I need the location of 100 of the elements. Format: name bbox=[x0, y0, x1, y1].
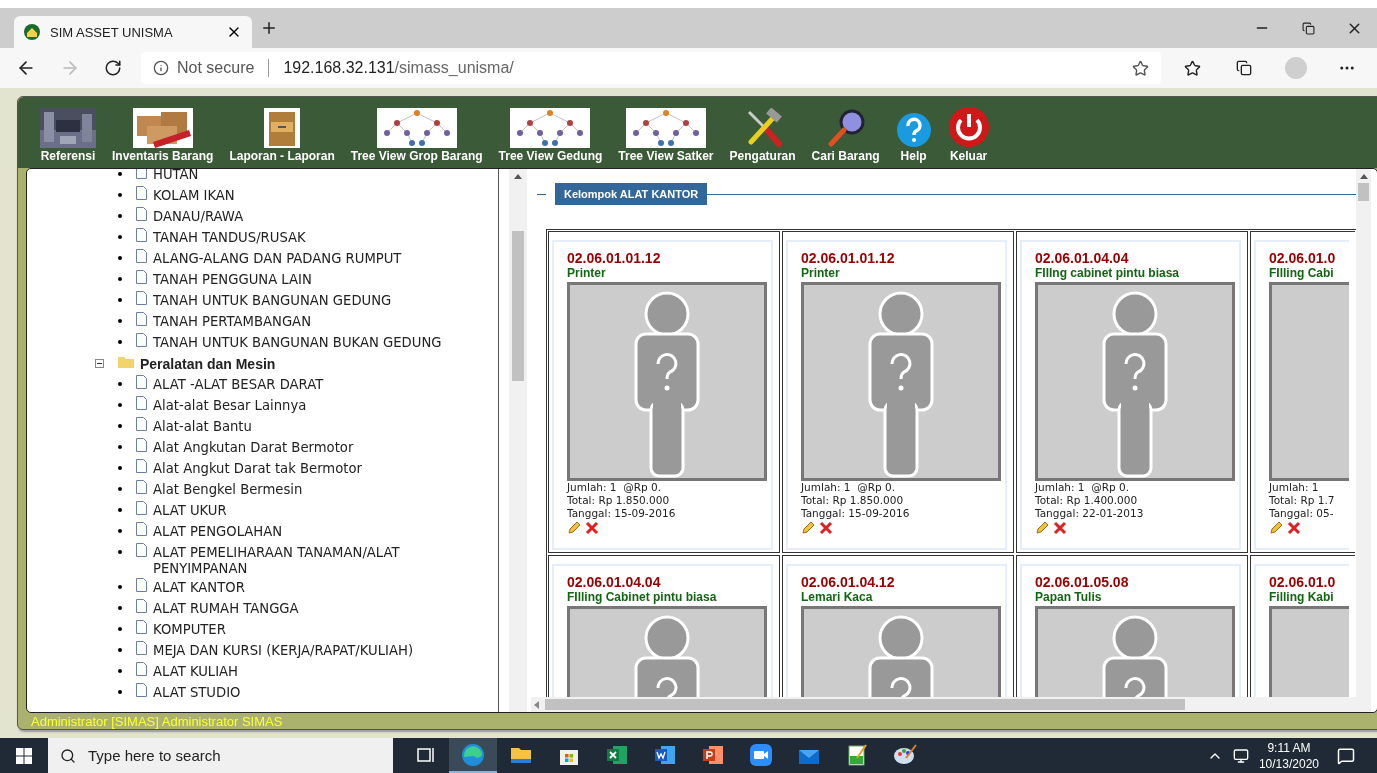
edit-icon[interactable] bbox=[567, 521, 581, 535]
browser-tab[interactable]: SIM ASSET UNISMA bbox=[14, 16, 252, 48]
item-detail: Jumlah: 1 @Rp 0. bbox=[1035, 481, 1131, 494]
scroll-thumb[interactable] bbox=[1358, 183, 1369, 201]
tree-item[interactable]: ALAT KANTOR bbox=[147, 577, 245, 596]
tree-diagram-icon bbox=[510, 108, 591, 148]
item-name: Lemari Kaca bbox=[801, 590, 874, 604]
document-icon bbox=[136, 291, 147, 305]
restore-icon[interactable] bbox=[1301, 21, 1315, 35]
tree-item[interactable]: ALAT STUDIO bbox=[147, 682, 241, 701]
item-detail: Jumlah: 1 @Rp 0. bbox=[567, 481, 663, 494]
item-name: Printer bbox=[567, 266, 607, 280]
item-detail: Total: Rp 1.7 bbox=[1269, 494, 1336, 507]
cabinet-icon bbox=[264, 108, 301, 148]
tree-item[interactable]: TANAH PERTAMBANGAN bbox=[147, 311, 311, 330]
document-icon bbox=[136, 459, 147, 473]
toolbar-button[interactable]: Cari Barang bbox=[803, 108, 888, 163]
collapse-icon[interactable] bbox=[95, 359, 104, 368]
delete-icon[interactable] bbox=[585, 521, 599, 535]
item-detail: Tanggal: 05- bbox=[1269, 507, 1335, 520]
search-icon bbox=[60, 747, 76, 764]
edit-icon[interactable] bbox=[801, 521, 815, 535]
scrollbar[interactable] bbox=[509, 169, 527, 712]
item-name: FIlIng cabinet pintu biasa bbox=[1035, 266, 1180, 280]
collections-icon[interactable] bbox=[1236, 60, 1253, 76]
favorite-icon[interactable] bbox=[1131, 59, 1149, 77]
document-icon bbox=[136, 207, 147, 221]
toolbar-button[interactable]: Inventaris Barang bbox=[104, 108, 222, 163]
tree-item[interactable]: ALANG-ALANG DAN PADANG RUMPUT bbox=[147, 248, 402, 267]
power-icon bbox=[947, 106, 990, 148]
scroll-arrow-icon[interactable] bbox=[1359, 173, 1368, 179]
plus-icon[interactable] bbox=[260, 19, 278, 37]
toolbar-button[interactable]: Help bbox=[887, 112, 940, 163]
tree-item[interactable]: Alat-alat Besar Lainnya bbox=[147, 395, 307, 414]
toolbar-button[interactable]: Referensi bbox=[32, 108, 104, 163]
tree-item[interactable]: TANAH TANDUS/RUSAK bbox=[147, 227, 306, 246]
reload-icon[interactable] bbox=[104, 59, 123, 77]
scrollbar[interactable] bbox=[1356, 169, 1371, 697]
tree-item[interactable]: ALAT PENGOLAHAN bbox=[147, 521, 283, 540]
document-icon bbox=[136, 501, 147, 515]
delete-icon[interactable] bbox=[819, 521, 833, 535]
tree-item[interactable]: KOLAM IKAN bbox=[147, 185, 235, 204]
item-code: 02.06.01.01.12 bbox=[801, 250, 896, 266]
toolbar-button[interactable]: Tree View Grop Barang bbox=[342, 108, 491, 163]
scroll-arrow-icon[interactable] bbox=[514, 173, 522, 179]
toolbar-button[interactable]: Pengaturan bbox=[721, 108, 804, 163]
toolbar-button[interactable]: Keluar bbox=[939, 106, 998, 163]
network-icon[interactable] bbox=[1232, 747, 1249, 764]
open-folder-icon bbox=[118, 355, 134, 368]
delete-icon[interactable] bbox=[1287, 521, 1301, 535]
tree-item[interactable]: DANAU/RAWA bbox=[147, 206, 244, 225]
tree-item[interactable]: Alat Angkutan Darat Bermotor bbox=[147, 437, 354, 456]
help-icon bbox=[895, 112, 932, 148]
toolbar-button[interactable]: Tree View Satker bbox=[610, 108, 722, 163]
tree-item[interactable]: KOMPUTER bbox=[147, 619, 226, 638]
document-icon bbox=[136, 186, 147, 200]
video-call-icon[interactable] bbox=[749, 742, 773, 767]
clock[interactable]: 9:11 AM 10/13/2020 bbox=[1248, 739, 1329, 772]
tree-item[interactable]: HUTAN bbox=[147, 169, 199, 183]
scroll-thumb[interactable] bbox=[545, 699, 1185, 710]
tree-item[interactable]: Alat Angkut Darat tak Bermotor bbox=[147, 458, 362, 477]
document-icon bbox=[136, 662, 147, 676]
tree-item[interactable]: MEJA DAN KURSI (KERJA/RAPAT/KULIAH) bbox=[147, 640, 414, 659]
tree-item[interactable]: TANAH UNTUK BANGUNAN GEDUNG bbox=[147, 290, 392, 309]
notifications-icon[interactable] bbox=[1337, 746, 1355, 765]
tree-item[interactable]: TANAH PENGGUNA LAIN bbox=[147, 269, 312, 288]
tree-item[interactable]: ALAT RUMAH TANGGA bbox=[147, 598, 299, 617]
delete-icon[interactable] bbox=[1053, 521, 1067, 535]
document-icon bbox=[136, 480, 147, 494]
item-name: Papan Tulis bbox=[1035, 590, 1103, 604]
tree-item[interactable]: ALAT PEMELIHARAAN TANAMAN/ALAT PENYIMPANAN bbox=[147, 542, 498, 577]
tree-item[interactable]: Alat-alat Bantu bbox=[147, 416, 252, 435]
scroll-thumb[interactable] bbox=[512, 231, 524, 381]
palette-icon[interactable] bbox=[893, 742, 917, 767]
windows-icon[interactable] bbox=[16, 747, 32, 764]
document-icon bbox=[136, 333, 147, 347]
notepad-icon[interactable] bbox=[845, 742, 869, 767]
scrollbar[interactable] bbox=[531, 697, 1371, 712]
item-name: Filling Kabi bbox=[1269, 590, 1335, 604]
address-bar[interactable]: Not secure 192.168.32.131/simass_unisma/ bbox=[141, 52, 1161, 84]
search-field[interactable]: Type here to search bbox=[48, 738, 393, 773]
item-detail: Tanggal: 22-01-2013 bbox=[1035, 507, 1145, 520]
tree-item[interactable]: Peralatan dan Mesin bbox=[134, 353, 276, 372]
document-icon bbox=[136, 312, 147, 326]
tree-item[interactable]: ALAT KULIAH bbox=[147, 661, 239, 680]
toolbar-button[interactable]: Laporan - Laporan bbox=[221, 108, 343, 163]
document-icon bbox=[136, 522, 147, 536]
info-icon bbox=[153, 60, 169, 76]
tab-title: SIM ASSET UNISMA bbox=[50, 24, 174, 40]
tree-item[interactable]: ALAT UKUR bbox=[147, 500, 227, 519]
tree-item[interactable]: Alat Bengkel Bermesin bbox=[147, 479, 303, 498]
site-logo-icon bbox=[24, 24, 40, 40]
tree-item[interactable]: TANAH UNTUK BANGUNAN BUKAN GEDUNG bbox=[147, 332, 442, 351]
tree-item[interactable]: ALAT -ALAT BESAR DARAT bbox=[147, 374, 324, 393]
browser-icon[interactable] bbox=[461, 742, 485, 767]
edit-icon[interactable] bbox=[1269, 521, 1283, 535]
edit-icon[interactable] bbox=[1035, 521, 1049, 535]
toolbar-button[interactable]: Tree View Gedung bbox=[490, 108, 611, 163]
favorites-icon[interactable] bbox=[1183, 59, 1201, 77]
document-icon bbox=[136, 396, 147, 410]
